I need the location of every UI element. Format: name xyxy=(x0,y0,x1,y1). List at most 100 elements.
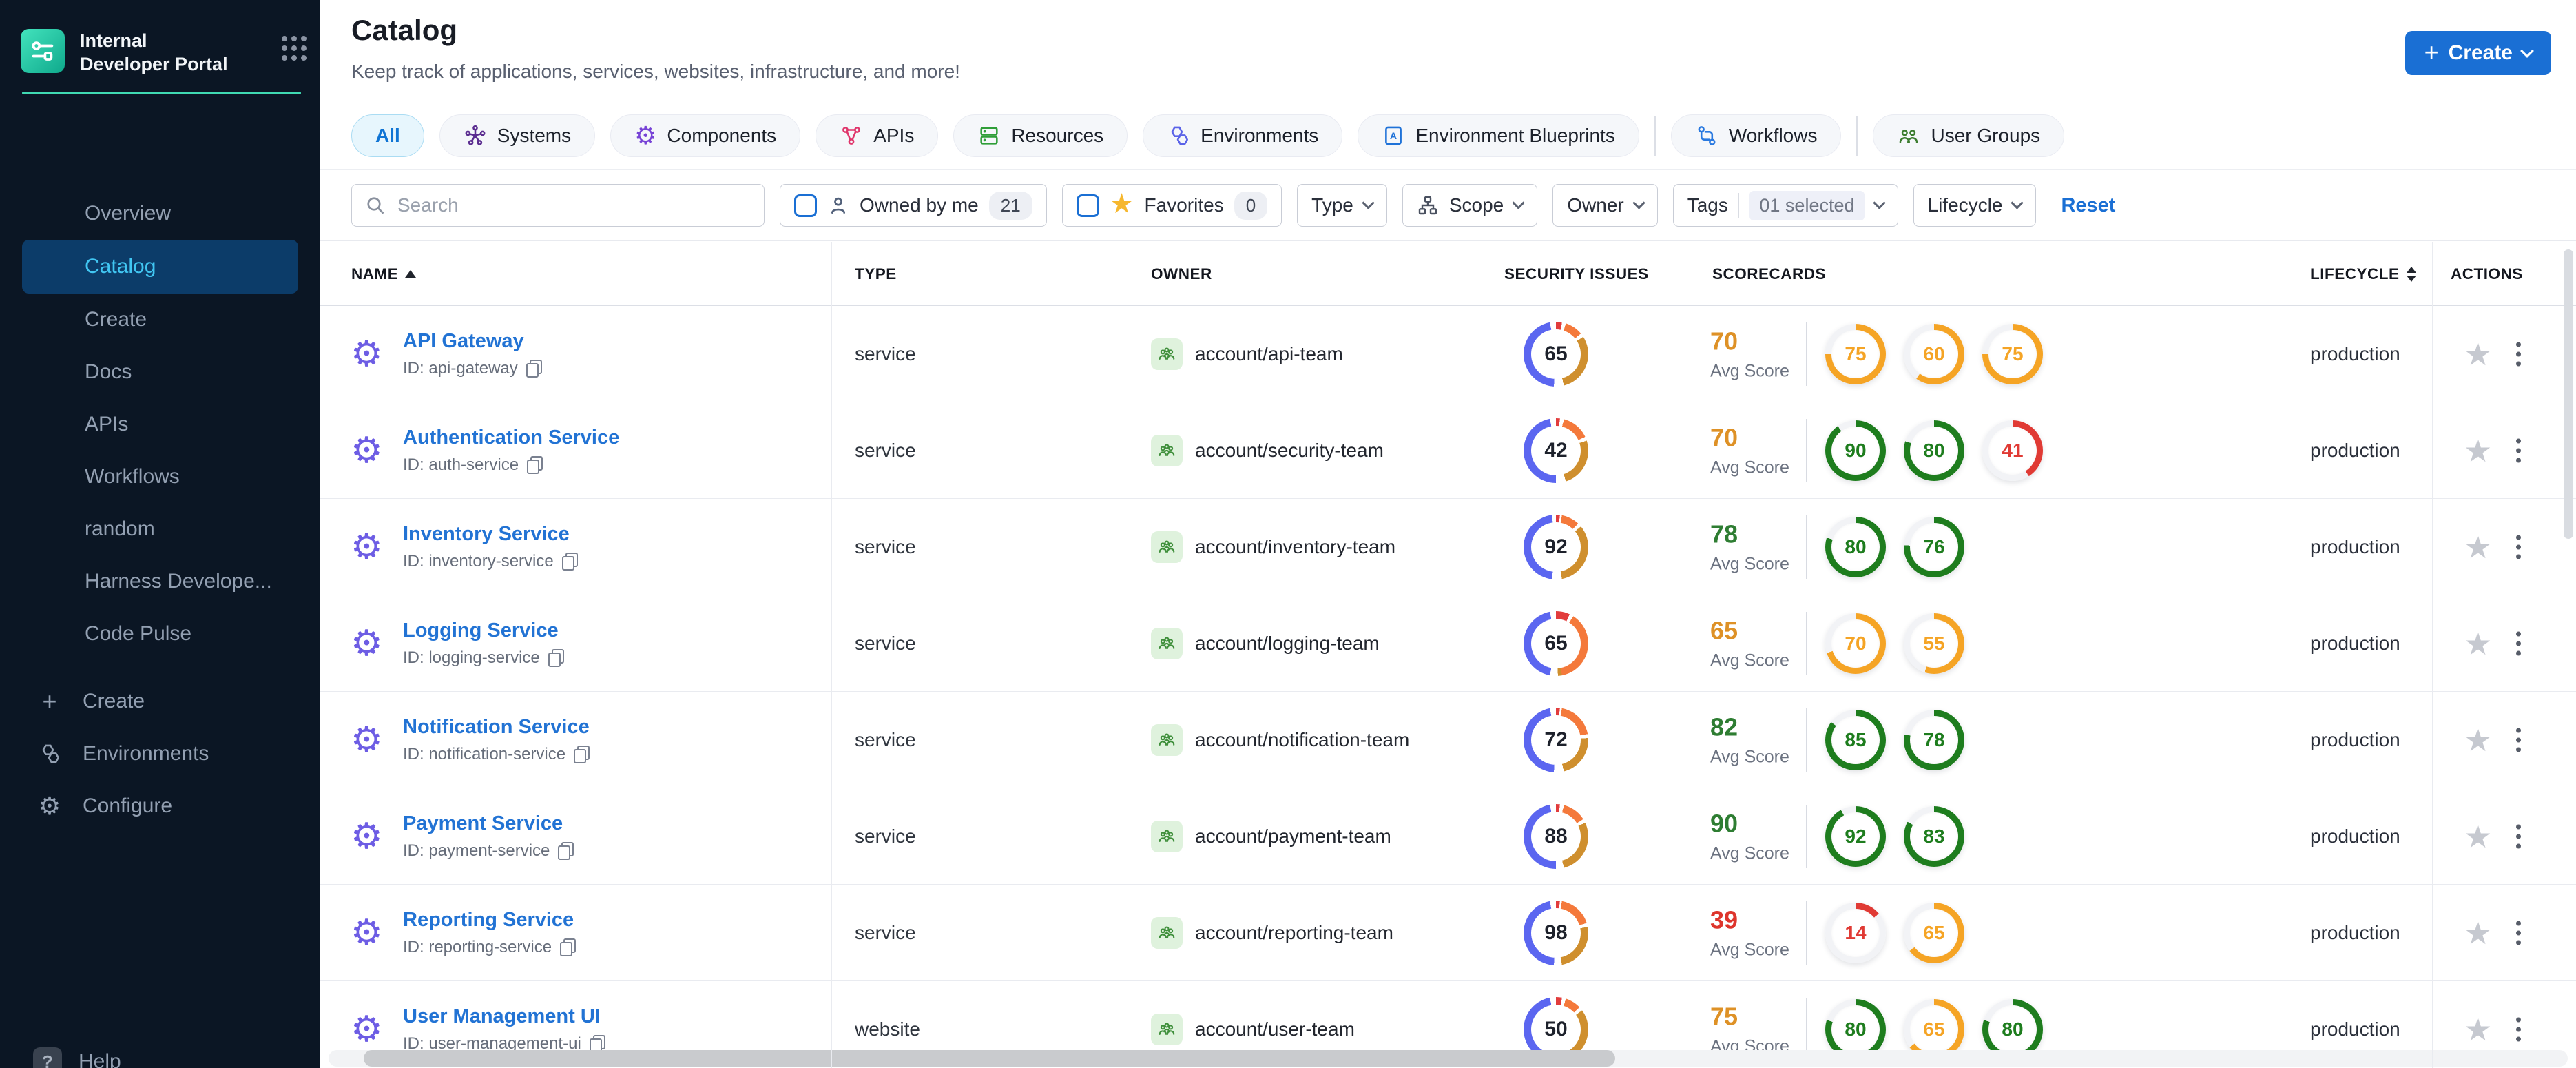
horizontal-scrollbar[interactable] xyxy=(364,1050,1615,1067)
sidebar-item-configure[interactable]: ⚙ Configure xyxy=(0,780,320,832)
scorecard-ring[interactable]: 41 xyxy=(1982,420,2043,481)
sidebar-item-docs[interactable]: Docs xyxy=(0,346,320,398)
sidebar-item-environments[interactable]: Environments xyxy=(0,728,320,780)
owner-name: account/reporting-team xyxy=(1195,921,1393,943)
sidebar-item-help[interactable]: ? Help xyxy=(33,1047,121,1068)
scorecard-ring[interactable]: 92 xyxy=(1825,805,1886,867)
scorecard-ring[interactable]: 78 xyxy=(1904,709,1964,770)
column-header-type: TYPE xyxy=(855,265,897,283)
scorecard-ring[interactable]: 85 xyxy=(1825,709,1886,770)
tab-environment-blueprints[interactable]: A Environment Blueprints xyxy=(1358,114,1639,157)
tab-all[interactable]: All xyxy=(351,114,424,157)
row-menu-kebab-icon[interactable] xyxy=(2512,531,2525,563)
row-menu-kebab-icon[interactable] xyxy=(2512,434,2525,466)
scorecard-ring[interactable]: 60 xyxy=(1904,323,1964,384)
scorecard-ring[interactable]: 70 xyxy=(1825,613,1886,674)
tags-filter-dropdown[interactable]: Tags 01 selected xyxy=(1672,184,1898,227)
tab-resources[interactable]: Resources xyxy=(953,114,1128,157)
entity-id: ID: payment-service xyxy=(403,841,574,861)
favorite-star-icon[interactable]: ★ xyxy=(2464,628,2492,659)
sidebar-item-harness-develope[interactable]: Harness Develope... xyxy=(0,555,320,608)
search-box[interactable] xyxy=(351,184,765,227)
column-header-lifecycle[interactable]: LIFECYCLE xyxy=(2310,242,2416,306)
copy-icon[interactable] xyxy=(561,552,578,571)
entity-name-link[interactable]: Logging Service xyxy=(403,619,564,642)
app-switcher-grid-icon[interactable] xyxy=(282,36,307,61)
table-row-api-gateway: ⚙ API Gateway ID: api-gateway service ac… xyxy=(320,306,2576,402)
copy-icon[interactable] xyxy=(548,648,564,667)
copy-icon[interactable] xyxy=(526,359,542,378)
scorecard-ring[interactable]: 80 xyxy=(1904,420,1964,481)
favorite-star-icon[interactable]: ★ xyxy=(2464,435,2492,466)
entity-name-link[interactable]: Notification Service xyxy=(403,716,590,739)
column-header-name[interactable]: NAME xyxy=(351,242,417,306)
components-icon: ⚙ xyxy=(634,121,657,150)
person-icon xyxy=(831,197,845,214)
sidebar-item-workflows[interactable]: Workflows xyxy=(0,451,320,503)
scorecard-ring[interactable]: 65 xyxy=(1904,902,1964,963)
sidebar-item-code-pulse[interactable]: Code Pulse xyxy=(0,608,320,660)
scorecard-ring[interactable]: 55 xyxy=(1904,613,1964,674)
page-header: Catalog Keep track of applications, serv… xyxy=(320,0,2576,101)
row-menu-kebab-icon[interactable] xyxy=(2512,916,2525,949)
sidebar-item-catalog[interactable]: Catalog xyxy=(22,240,298,294)
tab-systems[interactable]: Systems xyxy=(439,114,596,157)
vertical-scrollbar[interactable] xyxy=(2564,249,2573,539)
sidebar-item-label: Configure xyxy=(83,794,173,817)
owned-by-me-checkbox[interactable] xyxy=(794,194,817,217)
entity-name-link[interactable]: Authentication Service xyxy=(403,427,619,449)
row-menu-kebab-icon[interactable] xyxy=(2512,627,2525,659)
scorecard-ring[interactable]: 80 xyxy=(1825,516,1886,577)
name-cell: Logging Service ID: logging-service xyxy=(403,619,564,668)
entity-name-link[interactable]: Reporting Service xyxy=(403,909,576,932)
search-input[interactable] xyxy=(396,194,751,217)
scorecard-ring[interactable]: 75 xyxy=(1825,323,1886,384)
tab-environments[interactable]: Environments xyxy=(1143,114,1343,157)
favorite-star-icon[interactable]: ★ xyxy=(2464,724,2492,756)
scorecard-ring[interactable]: 75 xyxy=(1982,323,2043,384)
tab-user-groups[interactable]: User Groups xyxy=(1873,114,2065,157)
tab-label: Systems xyxy=(497,124,572,146)
favorite-star-icon[interactable]: ★ xyxy=(2464,531,2492,563)
favorite-star-icon[interactable]: ★ xyxy=(2464,821,2492,852)
entity-name-link[interactable]: Inventory Service xyxy=(403,523,578,546)
tab-components[interactable]: ⚙ Components xyxy=(610,114,801,157)
sidebar-item-create[interactable]: + Create xyxy=(0,675,320,728)
row-menu-kebab-icon[interactable] xyxy=(2512,338,2525,370)
lifecycle-filter-dropdown[interactable]: Lifecycle xyxy=(1913,184,2037,227)
favorites-checkbox[interactable] xyxy=(1076,194,1099,217)
scorecard-ring[interactable]: 90 xyxy=(1825,420,1886,481)
divider xyxy=(1738,193,1740,218)
scorecard-ring[interactable]: 83 xyxy=(1904,805,1964,867)
name-cell: Reporting Service ID: reporting-service xyxy=(403,909,577,957)
copy-icon[interactable] xyxy=(560,938,577,956)
owner-filter-dropdown[interactable]: Owner xyxy=(1552,184,1658,227)
scorecard-ring[interactable]: 76 xyxy=(1904,516,1964,577)
sidebar-item-overview[interactable]: Overview xyxy=(0,187,320,240)
type-filter-dropdown[interactable]: Type xyxy=(1297,184,1387,227)
tab-apis[interactable]: APIs xyxy=(816,114,939,157)
entity-name-link[interactable]: API Gateway xyxy=(403,330,542,353)
row-menu-kebab-icon[interactable] xyxy=(2512,820,2525,852)
row-menu-kebab-icon[interactable] xyxy=(2512,723,2525,756)
row-menu-kebab-icon[interactable] xyxy=(2512,1013,2525,1045)
component-gear-icon: ⚙ xyxy=(351,430,383,471)
sidebar-item-random[interactable]: random xyxy=(0,503,320,555)
reset-button[interactable]: Reset xyxy=(2061,194,2115,217)
sidebar-item-create[interactable]: Create xyxy=(0,294,320,346)
entity-name-link[interactable]: User Management UI xyxy=(403,1005,605,1028)
scorecard-ring[interactable]: 14 xyxy=(1825,902,1886,963)
sidebar-item-apis[interactable]: APIs xyxy=(0,398,320,451)
favorite-star-icon[interactable]: ★ xyxy=(2464,917,2492,949)
create-button[interactable]: + Create xyxy=(2404,31,2551,75)
copy-icon[interactable] xyxy=(558,841,574,860)
copy-icon[interactable] xyxy=(574,745,590,763)
copy-icon[interactable] xyxy=(527,455,543,474)
favorites-filter[interactable]: ★ Favorites 0 xyxy=(1061,184,1282,227)
entity-name-link[interactable]: Payment Service xyxy=(403,812,574,835)
tab-workflows[interactable]: Workflows xyxy=(1670,114,1842,157)
owned-by-me-filter[interactable]: Owned by me 21 xyxy=(780,184,1047,227)
scope-filter-dropdown[interactable]: Scope xyxy=(1402,184,1538,227)
favorite-star-icon[interactable]: ★ xyxy=(2464,1014,2492,1045)
favorite-star-icon[interactable]: ★ xyxy=(2464,338,2492,370)
